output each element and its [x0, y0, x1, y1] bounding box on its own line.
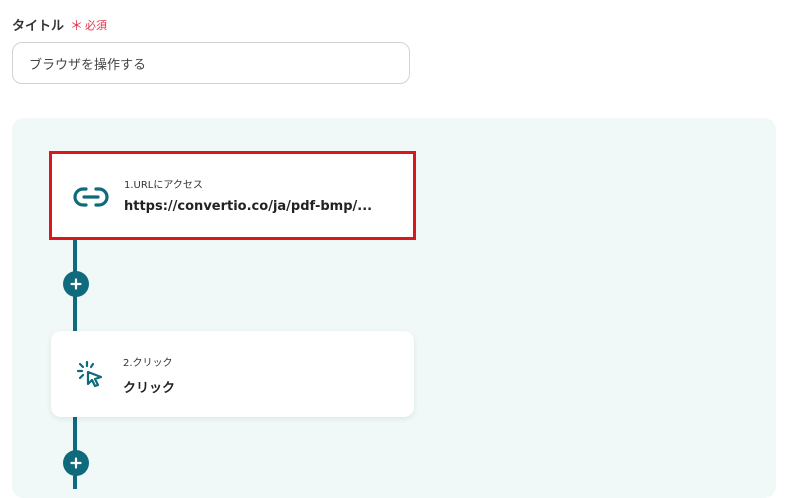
required-badge: ＊ 必須 — [70, 15, 108, 35]
title-input[interactable] — [12, 42, 410, 84]
plus-icon — [70, 278, 82, 290]
step-label: 2.クリック — [123, 358, 173, 369]
step-value: https://convertio.co/ja/pdf-bmp/... — [124, 199, 373, 214]
flow-step-click[interactable]: 2.クリック クリック — [51, 331, 414, 417]
add-step-button[interactable] — [63, 271, 89, 297]
add-step-button[interactable] — [63, 450, 89, 476]
plus-icon — [70, 457, 82, 469]
click-icon — [76, 360, 103, 388]
title-label-text: タイトル — [12, 19, 65, 34]
required-asterisk: ＊ — [70, 19, 84, 34]
required-text: 必須 — [85, 18, 108, 32]
title-field-label: タイトル ＊ 必須 — [12, 15, 108, 35]
link-icon — [73, 187, 109, 207]
step-value: クリック — [123, 381, 176, 396]
flow-step-url-access[interactable]: 1.URLにアクセス https://convertio.co/ja/pdf-b… — [49, 151, 416, 240]
step-label: 1.URLにアクセス — [124, 180, 203, 191]
